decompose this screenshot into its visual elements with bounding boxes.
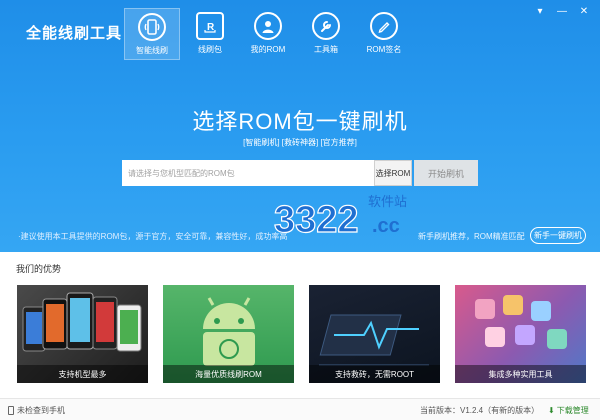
feature-tags: [智能刷机] [救砖神器] [官方推荐] [243,138,357,147]
advantages-list: 支持机型最多 海量优质线刷ROM 支持救砖，无需ROOT 集成多种实用工具 [17,285,586,383]
advantages-title: 我们的优势 [16,264,62,274]
watermark-logo: 3322 .cc 软件站 [273,195,407,240]
advantage-card-models[interactable]: 支持机型最多 [17,285,148,383]
device-status-text: 未检查到手机 [17,406,65,415]
advantage-card-roms[interactable]: 海量优质线刷ROM [163,285,294,383]
status-bar: 未检查到手机 当前版本：V1.2.4（有新的版本） ⬇ 下载管理 [0,398,600,420]
download-label: 下载管理 [556,406,589,415]
card-caption: 海量优质线刷ROM [163,365,294,383]
download-icon: ⬇ [548,406,555,415]
phone-icon [8,406,14,415]
start-flash-button[interactable]: 开始刷机 [414,160,478,186]
nav-label: 线刷包 [198,45,222,54]
download-manager-link[interactable]: ⬇ 下载管理 [548,405,589,416]
rom-sign-icon [370,12,398,40]
close-icon[interactable]: ✕ [576,4,592,18]
main-nav: 智能线刷 R 线刷包 我的ROM 工具箱 ROM签名 [124,8,414,60]
card-caption: 支持机型最多 [17,365,148,383]
window-icon[interactable]: ▾ [532,4,548,18]
window-controls: ▾ — ✕ [532,4,592,18]
nav-label: 工具箱 [314,45,338,54]
nav-label: ROM签名 [366,45,402,54]
page-headline: 选择ROM包一键刷机 [192,109,408,134]
minimize-icon[interactable]: — [554,4,570,18]
advantage-card-rescue[interactable]: 支持救砖，无需ROOT [309,285,440,383]
smart-flash-icon [138,13,166,41]
app-title: 全能线刷工具 [26,25,123,42]
device-status: 未检查到手机 [8,405,65,416]
version-text[interactable]: 当前版本：V1.2.4（有新的版本） [420,405,539,416]
card-caption: 集成多种实用工具 [455,365,586,383]
select-rom-button[interactable]: 选择ROM [374,160,412,186]
tip-text: ·建议使用本工具提供的ROM包，源于官方，安全可靠，兼容性好，成功率高 [18,232,288,241]
nav-item-rom-sign[interactable]: ROM签名 [356,8,412,60]
nav-item-my-rom[interactable]: 我的ROM [240,8,296,60]
rom-search-input[interactable] [122,160,374,186]
nav-item-smart-flash[interactable]: 智能线刷 [124,8,180,60]
card-caption: 支持救砖，无需ROOT [309,365,440,383]
svg-text:R: R [207,22,215,33]
rom-package-icon: R [196,12,224,40]
newbie-tip: 新手刷机推荐，ROM精准匹配 [418,232,525,241]
advantage-card-tools[interactable]: 集成多种实用工具 [455,285,586,383]
svg-text:软件站: 软件站 [368,195,407,210]
my-rom-icon [254,12,282,40]
nav-label: 我的ROM [250,45,286,54]
toolbox-icon [312,12,340,40]
newbie-flash-button[interactable]: 新手一键刷机 [530,227,586,244]
svg-text:.cc: .cc [372,215,400,237]
nav-item-toolbox[interactable]: 工具箱 [298,8,354,60]
nav-label: 智能线刷 [136,46,168,55]
hero-banner: 全能线刷工具 ▾ — ✕ 智能线刷 R 线刷包 我的ROM 工具箱 ROM签名 … [0,0,600,252]
nav-item-rom-package[interactable]: R 线刷包 [182,8,238,60]
